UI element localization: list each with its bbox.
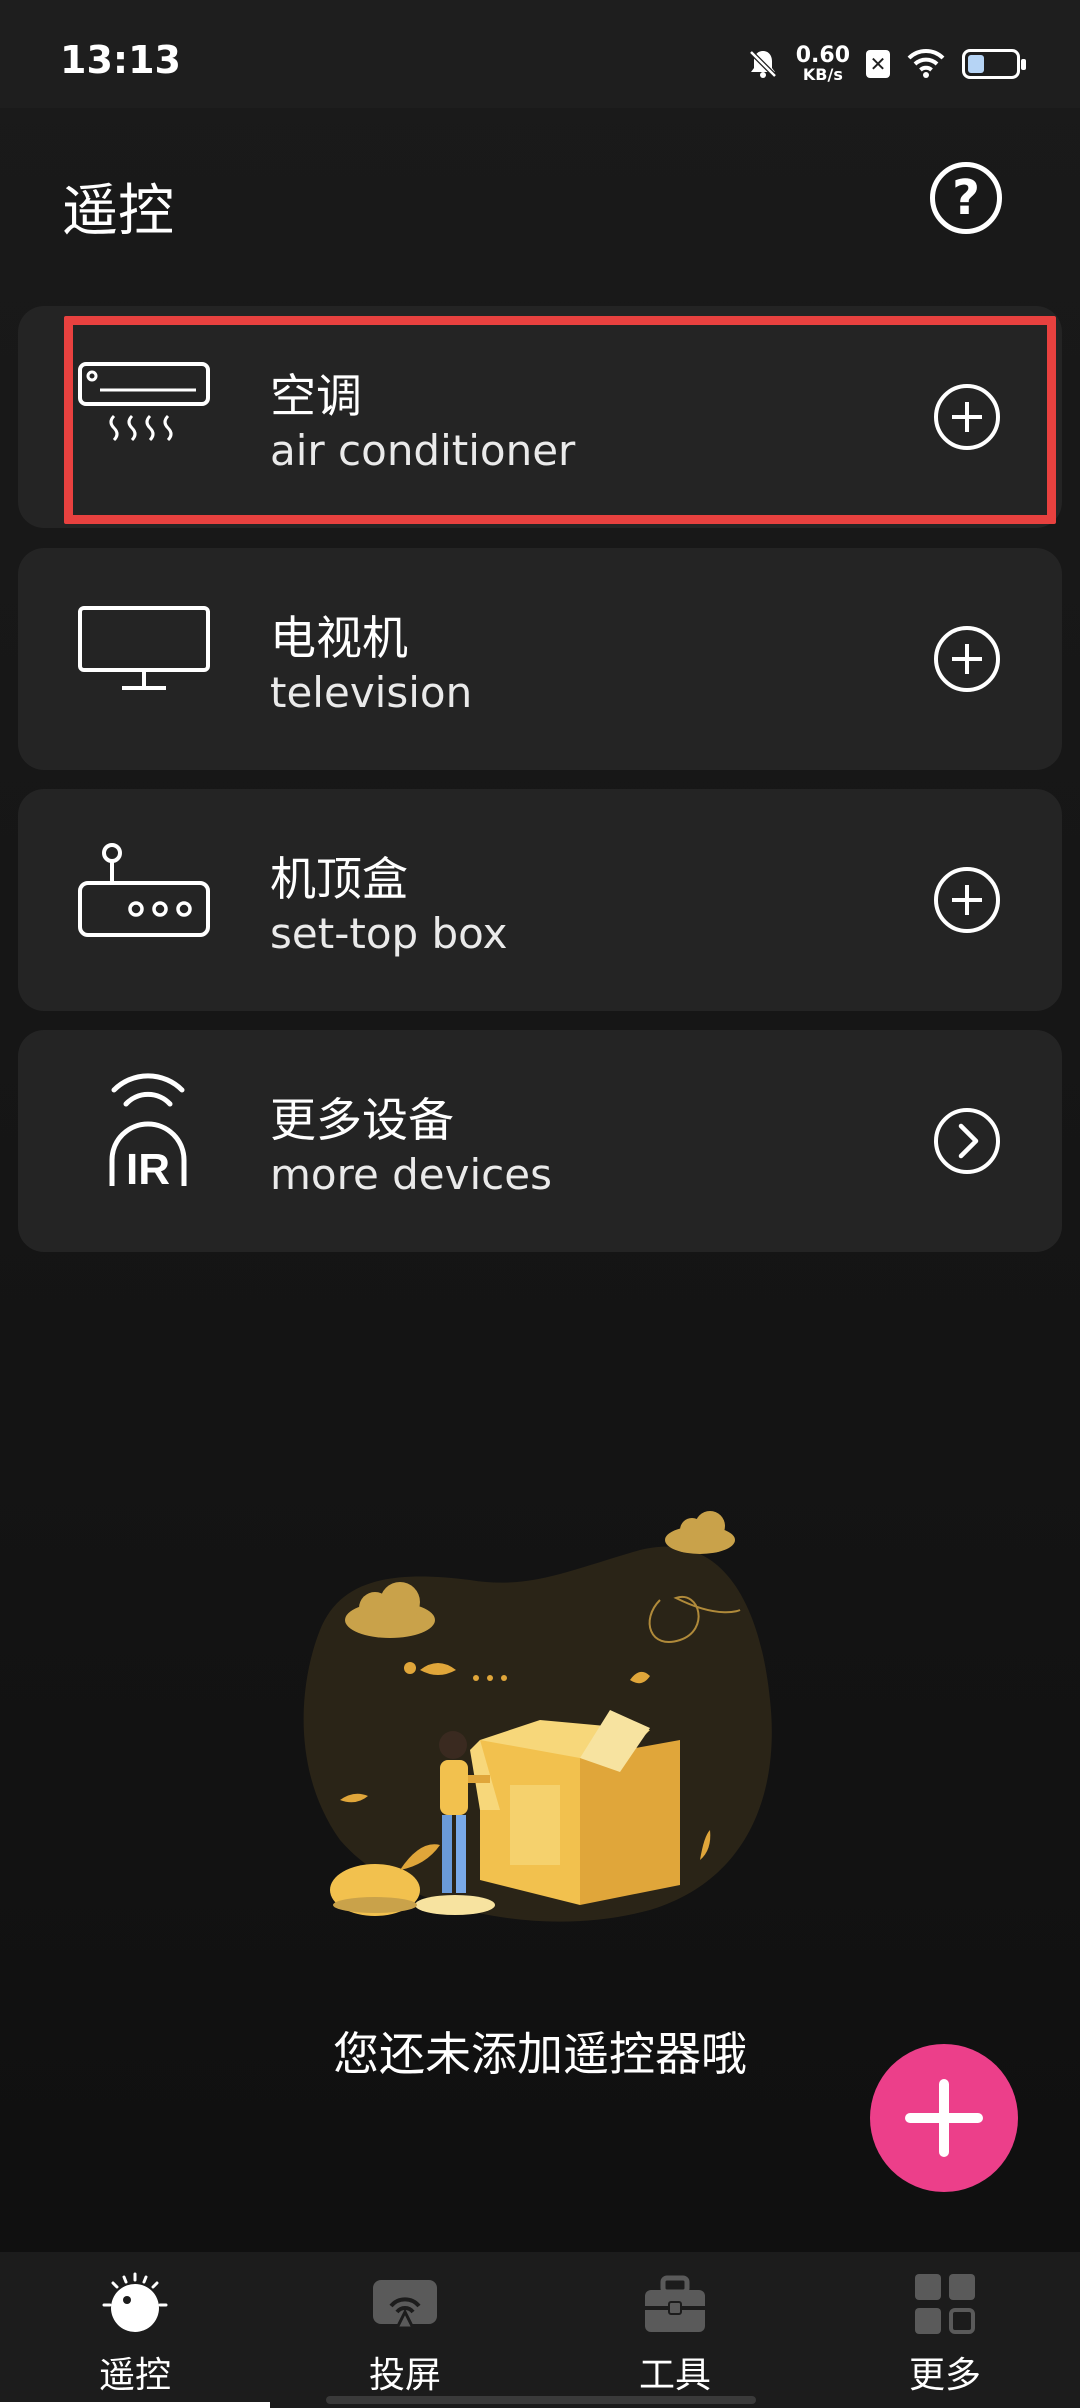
help-button[interactable]: ? (930, 162, 1002, 234)
grid-more-icon (915, 2274, 975, 2334)
screen-cast-icon (373, 2280, 437, 2330)
device-card-set-top-box[interactable]: 机顶盒 set-top box (18, 789, 1062, 1011)
nav-label: 工具 (638, 2355, 711, 2396)
bottom-nav: 遥控 投屏 工具 更多 (0, 2252, 1080, 2408)
add-icon[interactable] (932, 865, 1002, 935)
chevron-right-icon[interactable] (932, 1106, 1002, 1176)
device-subtitle: air conditioner (270, 426, 576, 475)
network-speed-unit: KB/s (802, 65, 843, 84)
device-card-air-conditioner[interactable]: 空调 air conditioner (18, 306, 1062, 528)
status-time: 13:13 (60, 38, 181, 82)
device-subtitle: television (270, 668, 473, 717)
device-title: 电视机 (270, 611, 408, 665)
nav-item-tools[interactable]: 工具 (540, 2252, 810, 2408)
add-icon[interactable] (932, 382, 1002, 452)
device-subtitle: more devices (270, 1150, 552, 1199)
plus-icon (905, 2079, 983, 2157)
wifi-icon (907, 48, 945, 78)
ir-label: IR (126, 1145, 170, 1194)
television-icon (78, 606, 210, 690)
empty-state-illustration (303, 1511, 772, 1922)
device-title: 机顶盒 (270, 852, 408, 906)
air-conditioner-icon (78, 362, 210, 442)
network-speed: 0.60 KB/s (796, 45, 850, 83)
network-speed-value: 0.60 (795, 43, 850, 68)
battery-level (968, 55, 985, 73)
device-title: 空调 (270, 369, 362, 423)
set-top-box-icon (78, 843, 210, 937)
active-tab-indicator (0, 2402, 270, 2408)
nav-label: 更多 (908, 2355, 981, 2396)
ir-remote-icon: IR (109, 1073, 187, 1194)
home-indicator[interactable] (326, 2396, 756, 2404)
nav-item-remote[interactable]: 遥控 (0, 2252, 270, 2408)
device-subtitle: set-top box (270, 909, 508, 958)
nav-label: 投屏 (368, 2355, 441, 2396)
remote-dial-icon (102, 2272, 168, 2332)
device-card-television[interactable]: 电视机 television (18, 548, 1062, 770)
no-sim-icon: ✕ (866, 50, 890, 78)
page-title: 遥控 (62, 179, 174, 244)
battery-icon (962, 49, 1026, 79)
device-title: 更多设备 (270, 1093, 454, 1147)
mute-bell-icon (748, 50, 777, 78)
add-icon[interactable] (932, 624, 1002, 694)
status-icons: 0.60 KB/s ✕ (746, 40, 1026, 88)
toolbox-icon (645, 2275, 705, 2332)
nav-item-screen-cast[interactable]: 投屏 (270, 2252, 540, 2408)
nav-label: 遥控 (98, 2355, 171, 2396)
nav-item-more[interactable]: 更多 (810, 2252, 1080, 2408)
status-bar: 13:13 0.60 KB/s ✕ (0, 0, 1080, 108)
device-card-more-devices[interactable]: IR 更多设备 more devices (18, 1030, 1062, 1252)
add-remote-button[interactable] (870, 2044, 1018, 2192)
